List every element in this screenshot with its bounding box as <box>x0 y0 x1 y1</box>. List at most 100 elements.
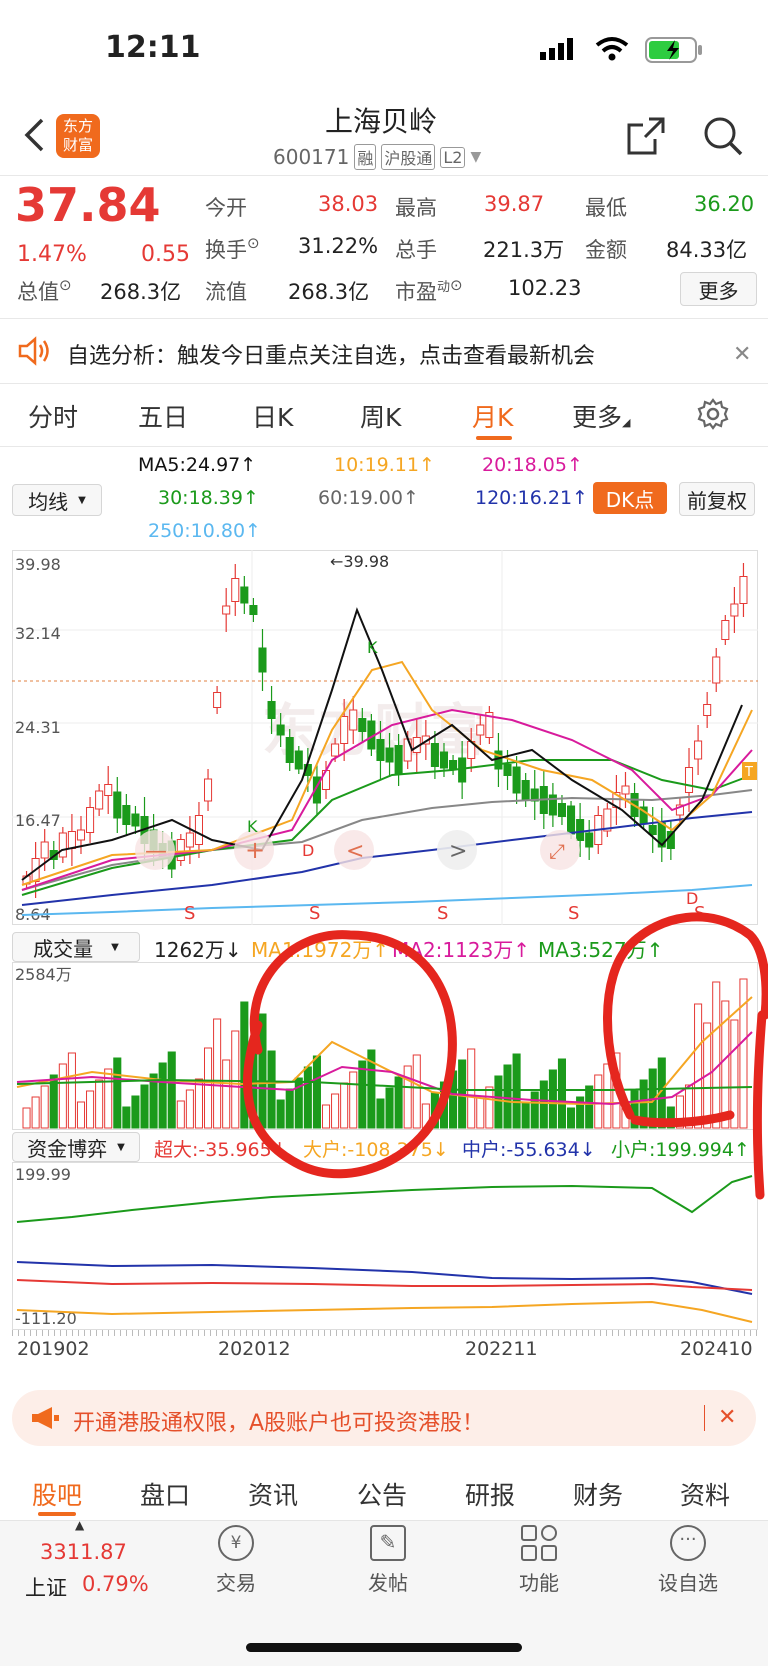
volume-bar <box>185 1089 194 1129</box>
candle-body <box>512 766 521 794</box>
ma10-value: 10:19.11↑ <box>334 454 435 476</box>
volume-bar <box>40 1085 49 1129</box>
adjust-button[interactable]: 前复权 <box>679 482 755 516</box>
share-icon[interactable] <box>625 115 667 161</box>
candle-body <box>521 780 530 800</box>
amount-label: 金额 <box>585 238 627 262</box>
tab-monthly[interactable]: 月K <box>472 398 513 434</box>
flow-super-line <box>16 1279 753 1291</box>
nav-post[interactable]: ✎ 发帖 <box>343 1525 433 1596</box>
dk-button-label: DK点 <box>605 487 655 512</box>
info-icon[interactable]: ⊙ <box>450 276 463 294</box>
candle-body <box>131 813 140 827</box>
ma-dropdown[interactable]: 均线 ▼ <box>12 484 102 516</box>
ma120-value: 120:16.21↑ <box>475 487 588 509</box>
volume-dropdown[interactable]: 成交量 ▼ <box>12 932 140 962</box>
index-change[interactable]: 0.79% <box>82 1572 149 1596</box>
candle-body <box>231 578 240 602</box>
signal-mark: D <box>302 841 314 860</box>
flow-large-line <box>16 1300 753 1323</box>
caret-up-icon: ▲ <box>75 1518 85 1532</box>
tab-intraday[interactable]: 分时 <box>28 398 78 434</box>
pan-left-icon: < <box>346 839 364 864</box>
x-label: 201902 <box>17 1338 90 1360</box>
index-value[interactable]: 3311.87 <box>40 1540 127 1564</box>
candle-body <box>104 784 113 796</box>
info-icon[interactable]: ⊙ <box>59 276 72 294</box>
nav-functions[interactable]: 功能 <box>494 1525 584 1596</box>
volume-bar <box>122 1106 131 1129</box>
search-icon[interactable] <box>702 115 744 161</box>
candle-body <box>739 576 748 604</box>
volume-bar <box>213 1018 222 1129</box>
open-value: 38.03 <box>318 192 379 216</box>
nav-trade-label: 交易 <box>216 1571 256 1595</box>
stock-code-row: 600171 融 沪股通 L2 ▼ <box>273 144 481 170</box>
tab-weekly[interactable]: 周K <box>360 398 401 434</box>
annotation-overlay <box>243 912 768 1200</box>
tab-forum[interactable]: 股吧 <box>32 1476 82 1512</box>
grid-icon <box>521 1525 557 1561</box>
back-icon[interactable] <box>22 117 46 157</box>
mcap-label-text: 总值 <box>17 280 59 304</box>
ma5-value: MA5:24.97↑ <box>138 454 257 476</box>
mcap-value: 268.3亿 <box>100 280 182 304</box>
candle-body <box>86 807 95 833</box>
candle-body <box>294 750 303 770</box>
promo-divider <box>704 1405 705 1431</box>
volume-bar <box>158 1062 167 1129</box>
tab-order-book[interactable]: 盘口 <box>140 1476 190 1512</box>
candle-body <box>394 745 403 775</box>
ma60-line <box>21 789 753 891</box>
candle-body <box>703 704 712 716</box>
gear-icon[interactable] <box>697 398 729 434</box>
volume-bar <box>113 1057 122 1129</box>
candle-body <box>122 805 131 825</box>
candle-body <box>58 832 67 858</box>
tab-financials[interactable]: 财务 <box>573 1476 623 1512</box>
tab-news[interactable]: 资讯 <box>248 1476 298 1512</box>
close-icon[interactable]: ✕ <box>733 342 751 367</box>
candle-body <box>730 603 739 617</box>
change-amount: 0.55 <box>141 242 190 267</box>
y-tick: 16.47 <box>15 811 61 830</box>
promo-text[interactable]: 开通港股通权限，A股账户也可投资港股！ <box>73 1405 484 1437</box>
tab-five-day[interactable]: 五日 <box>138 398 188 434</box>
more-button[interactable]: 更多 <box>680 272 757 306</box>
tab-more[interactable]: 更多◢ <box>572 398 630 434</box>
volume-bar <box>176 1100 185 1129</box>
chevron-down-icon: ▼ <box>111 941 119 953</box>
close-icon[interactable]: ✕ <box>718 1405 736 1430</box>
y-tick: 39.98 <box>15 555 61 574</box>
index-name[interactable]: 上证 <box>25 1572 67 1602</box>
wifi-icon <box>595 36 629 66</box>
candle-body <box>285 737 294 763</box>
tab-daily[interactable]: 日K <box>252 398 293 434</box>
tab-profile[interactable]: 资料 <box>680 1476 730 1512</box>
volume-label: 总手 <box>395 238 437 262</box>
y-tick: 24.31 <box>15 718 61 737</box>
signal-mark: K <box>367 638 378 657</box>
banner-text[interactable]: 自选分析：触发今日重点关注自选，点击查看最新机会 <box>67 338 595 370</box>
tab-research[interactable]: 研报 <box>465 1476 515 1512</box>
volume-current: 1262万↓ <box>154 938 242 962</box>
nav-add-watchlist[interactable]: ··· 设自选 <box>643 1525 733 1596</box>
chevron-down-icon[interactable]: ▼ <box>470 149 481 165</box>
volume-bar <box>67 1052 76 1129</box>
candle-body <box>249 605 258 615</box>
dk-button[interactable]: DK点 <box>593 482 667 514</box>
candle-body <box>694 740 703 760</box>
nav-post-label: 发帖 <box>368 1571 408 1595</box>
nav-trade[interactable]: ¥ 交易 <box>191 1525 281 1596</box>
info-icon[interactable]: ⊙ <box>247 234 260 252</box>
kline-chart[interactable]: 东方财富 39.98 32.14 24.31 16.47 8.64 ←39.98… <box>12 550 758 925</box>
money-flow-dropdown[interactable]: 资金博弈 ▼ <box>12 1132 140 1162</box>
turnover-label-text: 换手 <box>205 238 247 262</box>
home-indicator <box>246 1643 522 1652</box>
ma250-value: 250:10.80↑ <box>148 520 261 542</box>
candle-body <box>376 739 385 761</box>
candle-body <box>430 743 439 767</box>
tab-announcements[interactable]: 公告 <box>357 1476 407 1512</box>
candle-body <box>194 815 204 845</box>
volume-bar <box>95 1079 104 1129</box>
